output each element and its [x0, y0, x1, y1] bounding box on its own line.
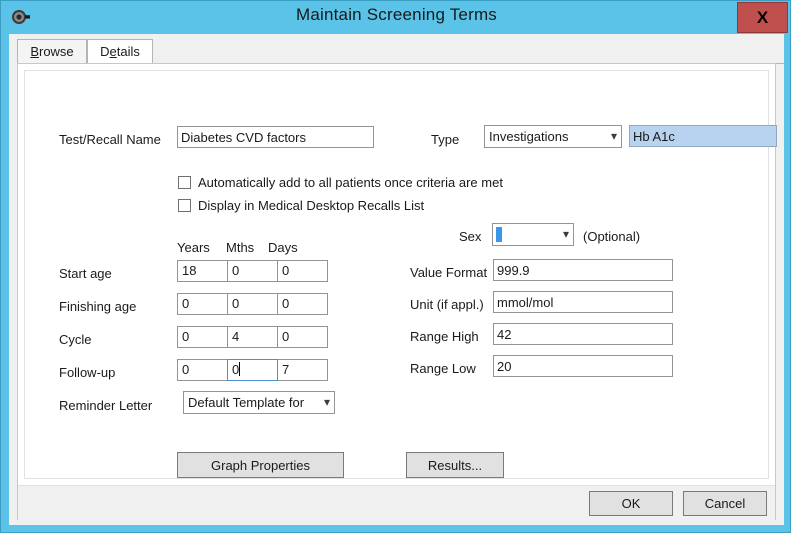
tab-browse-label: rowse: [39, 44, 74, 59]
tab-details[interactable]: Details: [87, 39, 153, 64]
sex-combo-value: [505, 224, 553, 245]
finishing-age-mths[interactable]: 0: [227, 293, 278, 315]
cancel-button[interactable]: Cancel: [683, 491, 767, 516]
chevron-down-icon: ▾: [611, 126, 617, 147]
tab-browse[interactable]: Browse: [17, 39, 87, 64]
checkbox-display-recalls[interactable]: Display in Medical Desktop Recalls List: [178, 198, 424, 213]
test-recall-name-input[interactable]: [177, 126, 374, 148]
range-low-label: Range Low: [410, 361, 476, 376]
cycle-mths[interactable]: 4: [227, 326, 278, 348]
chevron-down-icon: ▾: [563, 224, 569, 245]
tab-details-accel: e: [110, 44, 117, 59]
start-age-years[interactable]: 18: [177, 260, 228, 282]
results-button[interactable]: Results...: [406, 452, 504, 478]
range-high-input[interactable]: [493, 323, 673, 345]
title-bar: Maintain Screening Terms X: [1, 1, 791, 34]
sex-combo-selection: [496, 227, 502, 242]
dialog-window: Maintain Screening Terms X Browse Detail…: [0, 0, 791, 533]
value-format-label: Value Format: [410, 265, 487, 280]
value-format-input[interactable]: [493, 259, 673, 281]
follow-up-mths[interactable]: 0: [227, 359, 278, 381]
start-age-mths[interactable]: 0: [227, 260, 278, 282]
tab-details-label-b: tails: [117, 44, 140, 59]
type-combo[interactable]: Investigations ▾: [484, 125, 622, 148]
sex-combo[interactable]: ▾: [492, 223, 574, 246]
checkbox-auto-add-label: Automatically add to all patients once c…: [198, 175, 503, 190]
ok-button[interactable]: OK: [589, 491, 673, 516]
reminder-letter-label: Reminder Letter: [59, 398, 152, 413]
client-area: Browse Details Test/Recall Name Type Inv…: [9, 34, 784, 525]
follow-up-label: Follow-up: [59, 365, 115, 380]
dialog-footer: OK Cancel: [18, 485, 775, 520]
finishing-age-label: Finishing age: [59, 299, 136, 314]
type-combo-value: Investigations: [489, 126, 601, 147]
checkbox-display-recalls-box[interactable]: [178, 199, 191, 212]
start-age-label: Start age: [59, 266, 112, 281]
details-group-box: Test/Recall Name Type Investigations ▾ A…: [24, 70, 769, 479]
type-label: Type: [431, 132, 459, 147]
reminder-letter-value: Default Template for: [188, 392, 314, 413]
column-header-days: Days: [268, 240, 298, 255]
tab-details-label-a: D: [100, 44, 109, 59]
finishing-age-years[interactable]: 0: [177, 293, 228, 315]
sex-label: Sex: [459, 229, 481, 244]
unit-input[interactable]: [493, 291, 673, 313]
reminder-letter-combo[interactable]: Default Template for ▾: [183, 391, 335, 414]
type-detail-field[interactable]: [629, 125, 777, 147]
test-recall-name-label: Test/Recall Name: [59, 132, 161, 147]
column-header-mths: Mths: [226, 240, 254, 255]
finishing-age-days[interactable]: 0: [277, 293, 328, 315]
cycle-days[interactable]: 0: [277, 326, 328, 348]
chevron-down-icon: ▾: [324, 392, 330, 413]
close-button[interactable]: X: [737, 2, 788, 33]
start-age-days[interactable]: 0: [277, 260, 328, 282]
checkbox-auto-add-box[interactable]: [178, 176, 191, 189]
unit-label: Unit (if appl.): [410, 297, 484, 312]
tab-strip: Browse Details: [9, 39, 784, 64]
dialog-body: Test/Recall Name Type Investigations ▾ A…: [17, 63, 776, 520]
follow-up-days[interactable]: 7: [277, 359, 328, 381]
checkbox-auto-add[interactable]: Automatically add to all patients once c…: [178, 175, 503, 190]
checkbox-display-recalls-label: Display in Medical Desktop Recalls List: [198, 198, 424, 213]
sex-optional-hint: (Optional): [583, 229, 640, 244]
graph-properties-button[interactable]: Graph Properties: [177, 452, 344, 478]
cycle-label: Cycle: [59, 332, 92, 347]
column-header-years: Years: [177, 240, 210, 255]
text-cursor: [239, 362, 240, 376]
follow-up-years[interactable]: 0: [177, 359, 228, 381]
range-low-input[interactable]: [493, 355, 673, 377]
window-title: Maintain Screening Terms: [1, 5, 791, 25]
cycle-years[interactable]: 0: [177, 326, 228, 348]
tab-browse-accel: B: [30, 44, 39, 59]
range-high-label: Range High: [410, 329, 479, 344]
